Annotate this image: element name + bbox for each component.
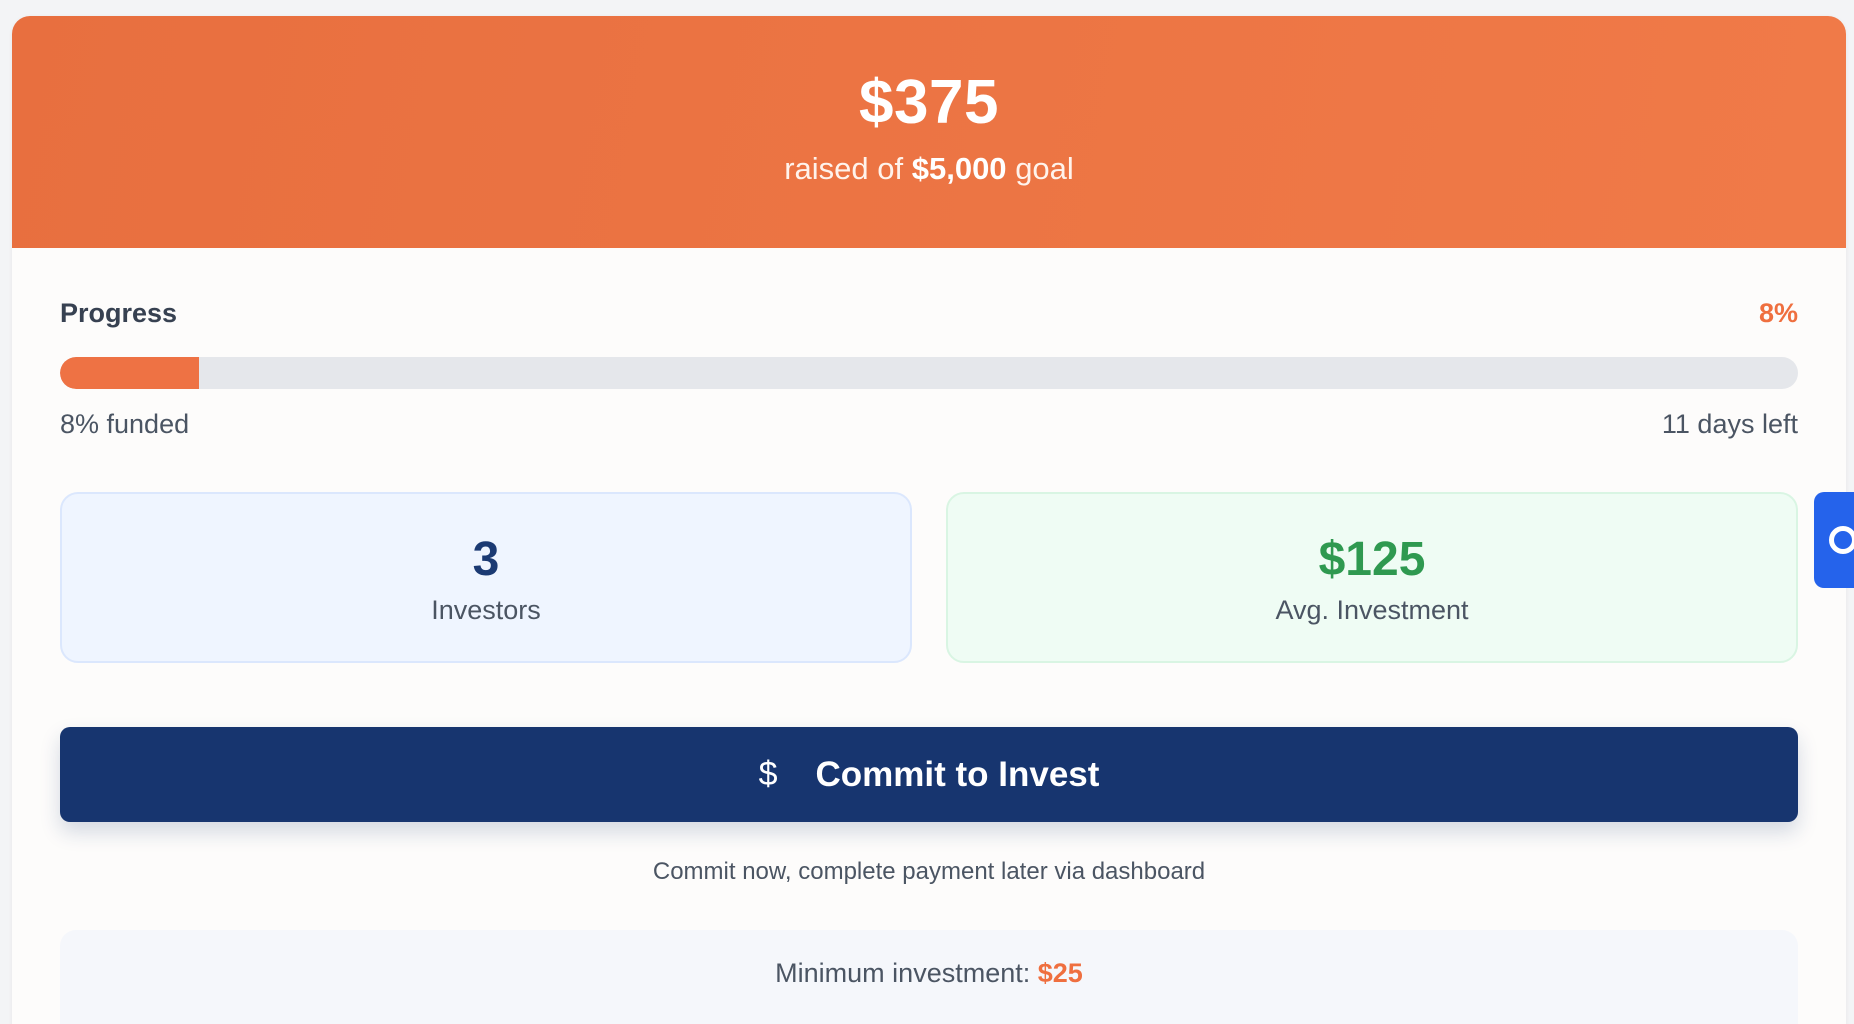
dollar-sign-icon: $ xyxy=(758,755,778,793)
commit-note: Commit now, complete payment later via d… xyxy=(652,858,1206,885)
progress-bar xyxy=(60,357,1798,389)
commit-button-label: Commit to Invest xyxy=(815,754,1100,794)
progress-header: Progress 8% xyxy=(60,298,1798,329)
commit-to-invest-button[interactable]: $ Commit to Invest xyxy=(60,727,1798,822)
side-widget-tab[interactable] xyxy=(1814,492,1854,588)
minimum-investment-box: Minimum investment: $25 xyxy=(60,930,1798,1024)
investors-stat-card: 3 Investors xyxy=(60,492,912,663)
avg-investment-stat-card: $125 Avg. Investment xyxy=(946,492,1798,663)
progress-footer: 8% funded 11 days left xyxy=(60,409,1798,440)
progress-bar-fill xyxy=(60,357,200,389)
progress-percent: 8% xyxy=(1758,298,1798,328)
goal-subtitle-suffix: goal xyxy=(1015,151,1074,187)
amount-raised: $375 xyxy=(859,68,999,137)
progress-title: Progress xyxy=(60,298,178,328)
funding-header: $375 raised of $5,000 goal xyxy=(12,16,1846,248)
avg-investment-label: Avg. Investment xyxy=(1275,595,1469,626)
avg-investment-value: $125 xyxy=(1318,533,1426,586)
goal-subtitle: raised of $5,000 goal xyxy=(12,150,1846,187)
days-left-text: 11 days left xyxy=(1661,409,1798,439)
goal-subtitle-prefix: raised of xyxy=(784,151,904,187)
funding-card: $375 raised of $5,000 goal Progress 8% 8… xyxy=(12,16,1846,1024)
minimum-investment-value: $25 xyxy=(1037,958,1083,988)
minimum-investment-label: Minimum investment: xyxy=(775,958,1031,988)
investors-label: Investors xyxy=(431,595,541,626)
goal-amount: $5,000 xyxy=(911,151,1007,187)
funded-text: 8% funded xyxy=(60,409,190,439)
page: $375 raised of $5,000 goal Progress 8% 8… xyxy=(0,0,1854,1024)
funding-body: Progress 8% 8% funded 11 days left 3 Inv… xyxy=(12,298,1846,1024)
circle-icon xyxy=(1829,526,1854,554)
stats-row: 3 Investors $125 Avg. Investment xyxy=(60,492,1798,663)
investors-count: 3 xyxy=(472,533,500,586)
